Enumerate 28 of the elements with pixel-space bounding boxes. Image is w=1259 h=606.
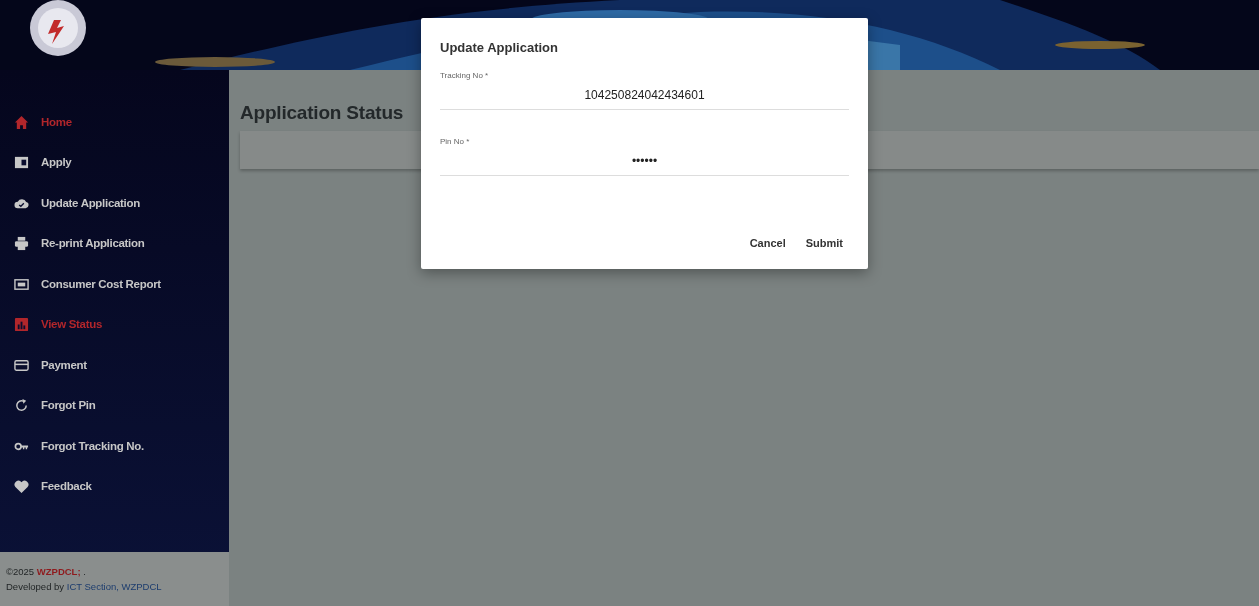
bar-chart-icon	[14, 317, 29, 333]
sidebar-item[interactable]: Forgot Pin	[0, 385, 229, 426]
sidebar-item[interactable]: Re-print Application	[0, 223, 229, 264]
form-icon	[14, 155, 29, 171]
sidebar-item[interactable]: Forgot Tracking No.	[0, 426, 229, 467]
sidebar-item[interactable]: Update Application	[0, 183, 229, 224]
input-field[interactable]: ••••••	[440, 147, 849, 176]
report-icon	[14, 276, 29, 292]
developer-text: Developed by	[6, 581, 65, 593]
field-label: Tracking No *	[440, 69, 490, 82]
brand-text: WZPDCL;	[36, 566, 81, 577]
sidebar-item[interactable]: Consumer Cost Report	[0, 264, 229, 305]
page-title: Application Status	[240, 102, 405, 125]
heart-icon	[14, 479, 29, 495]
refresh-icon	[14, 398, 29, 414]
sidebar-item[interactable]: Feedback	[0, 466, 229, 507]
copyright-text: ©2025	[6, 566, 35, 577]
input-field[interactable]: 104250824042434601	[440, 81, 849, 110]
dialog-title: Update Application	[440, 39, 559, 57]
copyright-text: .	[83, 566, 86, 577]
printer-icon	[14, 236, 29, 252]
submit-button[interactable]: Submit	[799, 230, 849, 255]
sidebar-item[interactable]: Payment	[0, 345, 229, 386]
sidebar-item[interactable]: Apply	[0, 142, 229, 183]
card-icon	[14, 357, 29, 373]
field-label: Pin No *	[440, 135, 471, 148]
home-icon	[14, 114, 29, 130]
cancel-button[interactable]: Cancel	[743, 230, 792, 255]
